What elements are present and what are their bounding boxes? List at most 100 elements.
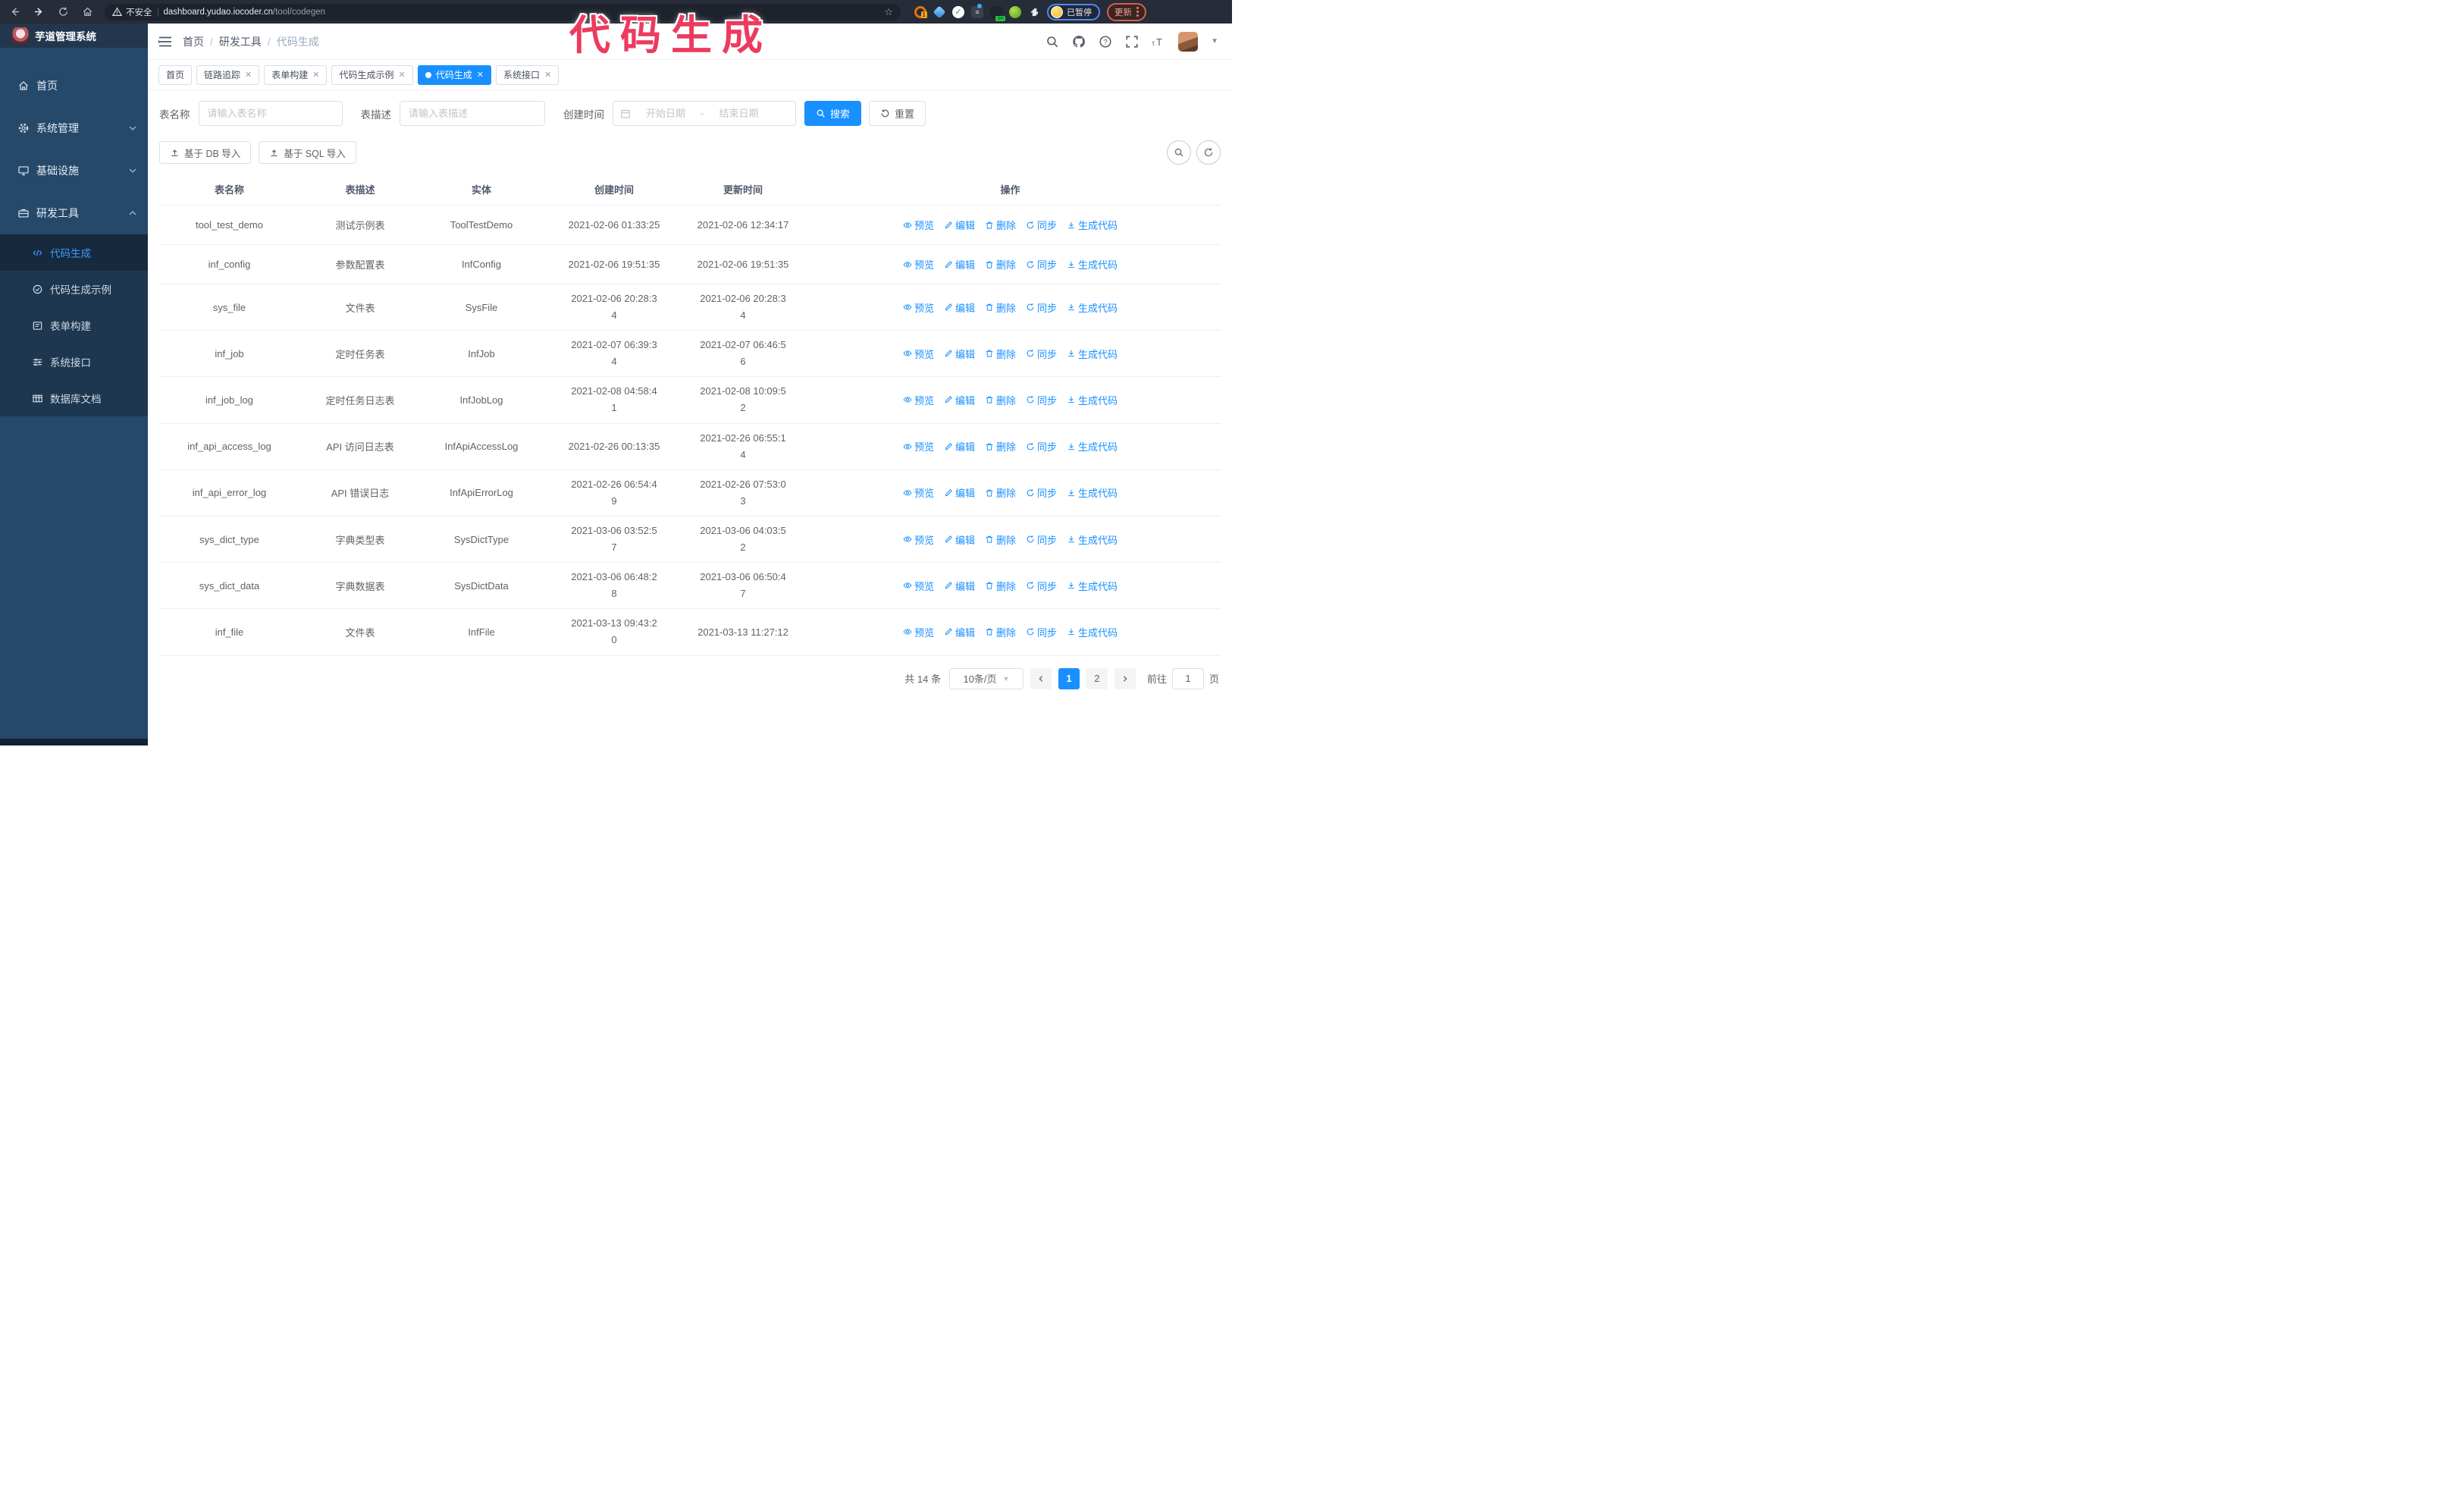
generate-code-link[interactable]: 生成代码 xyxy=(1067,347,1118,361)
sidebar-item-form-builder[interactable]: 表单构建 xyxy=(0,307,148,344)
tab-tracing[interactable]: 链路追踪 ✕ xyxy=(196,64,260,85)
browser-home-icon[interactable] xyxy=(80,5,94,19)
sidebar-item-codegen[interactable]: 代码生成 xyxy=(0,234,148,271)
extension-sliders-icon[interactable]: ≡ xyxy=(971,3,983,18)
page-button-1[interactable]: 1 xyxy=(1058,667,1080,689)
sync-link[interactable]: 同步 xyxy=(1026,485,1057,500)
close-icon[interactable]: ✕ xyxy=(544,70,551,80)
generate-code-link[interactable]: 生成代码 xyxy=(1067,485,1118,500)
preview-link[interactable]: 预览 xyxy=(903,347,934,361)
help-icon[interactable]: ? xyxy=(1099,35,1112,49)
browser-reload-icon[interactable] xyxy=(56,5,70,19)
preview-link[interactable]: 预览 xyxy=(903,625,934,639)
sync-link[interactable]: 同步 xyxy=(1026,300,1057,315)
sidebar-collapse-icon[interactable] xyxy=(158,36,172,48)
delete-link[interactable]: 删除 xyxy=(985,532,1016,547)
sidebar-item-dev-tools[interactable]: 研发工具 xyxy=(0,192,148,234)
preview-link[interactable]: 预览 xyxy=(903,579,934,593)
edit-link[interactable]: 编辑 xyxy=(944,579,975,593)
sidebar-item-codegen-example[interactable]: 代码生成示例 xyxy=(0,271,148,307)
delete-link[interactable]: 删除 xyxy=(985,485,1016,500)
delete-link[interactable]: 删除 xyxy=(985,300,1016,315)
edit-link[interactable]: 编辑 xyxy=(944,532,975,547)
end-date-input[interactable] xyxy=(709,108,769,119)
browser-update-button[interactable]: 更新 xyxy=(1107,2,1146,21)
extension-on-icon[interactable] xyxy=(990,5,1005,21)
delete-link[interactable]: 删除 xyxy=(985,393,1016,407)
preview-link[interactable]: 预览 xyxy=(903,218,934,232)
app-logo-row[interactable]: 芋道管理系统 xyxy=(0,24,148,48)
sync-link[interactable]: 同步 xyxy=(1026,579,1057,593)
extension-gem-icon[interactable] xyxy=(933,5,946,18)
delete-link[interactable]: 删除 xyxy=(985,257,1016,272)
search-button[interactable]: 搜索 xyxy=(804,101,862,126)
edit-link[interactable]: 编辑 xyxy=(944,439,975,454)
extension-check-icon[interactable]: ✓ xyxy=(952,5,964,18)
sync-link[interactable]: 同步 xyxy=(1026,218,1057,232)
import-db-button[interactable]: 基于 DB 导入 xyxy=(159,141,252,164)
generate-code-link[interactable]: 生成代码 xyxy=(1067,625,1118,639)
refresh-table-button[interactable] xyxy=(1196,140,1221,165)
sidebar-item-home[interactable]: 首页 xyxy=(0,64,148,107)
preview-link[interactable]: 预览 xyxy=(903,532,934,547)
tab-form-builder[interactable]: 表单构建 ✕ xyxy=(264,64,328,85)
sidebar-item-system-api[interactable]: 系统接口 xyxy=(0,344,148,380)
toggle-search-button[interactable] xyxy=(1167,140,1191,165)
generate-code-link[interactable]: 生成代码 xyxy=(1067,300,1118,315)
user-avatar[interactable] xyxy=(1178,31,1199,52)
preview-link[interactable]: 预览 xyxy=(903,300,934,315)
preview-link[interactable]: 预览 xyxy=(903,257,934,272)
sync-link[interactable]: 同步 xyxy=(1026,532,1057,547)
sync-link[interactable]: 同步 xyxy=(1026,625,1057,639)
tab-home[interactable]: 首页 xyxy=(158,64,193,85)
edit-link[interactable]: 编辑 xyxy=(944,393,975,407)
edit-link[interactable]: 编辑 xyxy=(944,218,975,232)
close-icon[interactable]: ✕ xyxy=(399,70,406,80)
table-name-input[interactable] xyxy=(198,101,343,126)
edit-link[interactable]: 编辑 xyxy=(944,257,975,272)
bookmark-star-icon[interactable]: ☆ xyxy=(884,6,893,18)
delete-link[interactable]: 删除 xyxy=(985,218,1016,232)
browser-forward-icon[interactable] xyxy=(32,5,45,19)
font-size-icon[interactable]: tT xyxy=(1152,35,1165,49)
sync-link[interactable]: 同步 xyxy=(1026,257,1057,272)
sync-link[interactable]: 同步 xyxy=(1026,347,1057,361)
delete-link[interactable]: 删除 xyxy=(985,439,1016,454)
generate-code-link[interactable]: 生成代码 xyxy=(1067,532,1118,547)
table-desc-input[interactable] xyxy=(400,101,545,126)
preview-link[interactable]: 预览 xyxy=(903,439,934,454)
next-page-button[interactable] xyxy=(1114,667,1136,689)
delete-link[interactable]: 删除 xyxy=(985,347,1016,361)
extensions-puzzle-icon[interactable] xyxy=(1028,6,1040,18)
generate-code-link[interactable]: 生成代码 xyxy=(1067,439,1118,454)
sidebar-item-system-management[interactable]: 系统管理 xyxy=(0,107,148,149)
sidebar-item-infrastructure[interactable]: 基础设施 xyxy=(0,149,148,192)
prev-page-button[interactable] xyxy=(1030,667,1052,689)
start-date-input[interactable] xyxy=(636,108,695,119)
page-button-2[interactable]: 2 xyxy=(1086,667,1108,689)
breadcrumb-dev-tools[interactable]: 研发工具 xyxy=(219,34,262,49)
address-bar[interactable]: 不安全 dashboard.yudao.iocoder.cn/tool/code… xyxy=(105,3,901,20)
browser-menu-dots-icon[interactable] xyxy=(1136,7,1139,17)
reset-button[interactable]: 重置 xyxy=(869,101,926,126)
breadcrumb-home[interactable]: 首页 xyxy=(183,34,204,49)
generate-code-link[interactable]: 生成代码 xyxy=(1067,218,1118,232)
edit-link[interactable]: 编辑 xyxy=(944,300,975,315)
tab-system-api[interactable]: 系统接口 ✕ xyxy=(495,64,560,85)
delete-link[interactable]: 删除 xyxy=(985,579,1016,593)
delete-link[interactable]: 删除 xyxy=(985,625,1016,639)
tab-codegen-example[interactable]: 代码生成示例 ✕ xyxy=(331,64,413,85)
profile-paused-pill[interactable]: 已暂停 xyxy=(1047,3,1100,20)
close-icon[interactable]: ✕ xyxy=(245,70,252,80)
sync-link[interactable]: 同步 xyxy=(1026,439,1057,454)
date-range-picker[interactable]: - xyxy=(613,101,796,126)
search-icon[interactable] xyxy=(1045,35,1059,49)
generate-code-link[interactable]: 生成代码 xyxy=(1067,257,1118,272)
generate-code-link[interactable]: 生成代码 xyxy=(1067,579,1118,593)
preview-link[interactable]: 预览 xyxy=(903,393,934,407)
browser-back-icon[interactable] xyxy=(8,5,21,19)
goto-page-input[interactable] xyxy=(1171,667,1204,689)
edit-link[interactable]: 编辑 xyxy=(944,485,975,500)
user-menu-caret-icon[interactable]: ▼ xyxy=(1211,37,1218,46)
import-sql-button[interactable]: 基于 SQL 导入 xyxy=(259,141,356,164)
